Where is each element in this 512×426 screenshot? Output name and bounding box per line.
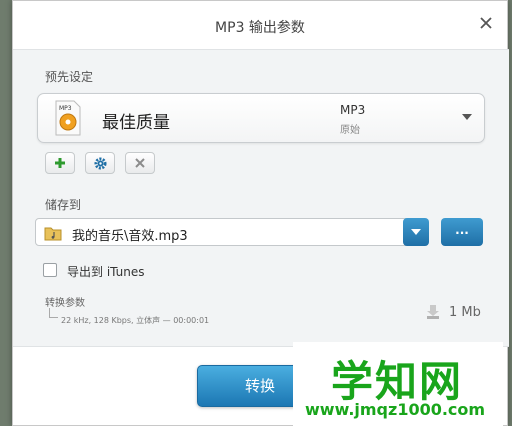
save-path-dropdown-button[interactable] [403,218,429,246]
export-itunes-label: 导出到 iTunes [67,265,145,279]
add-preset-button[interactable] [45,152,75,174]
close-icon[interactable] [479,16,493,30]
music-folder-icon [44,225,62,241]
save-section-label: 储存到 [45,198,82,212]
tree-connector [49,308,58,318]
watermark-url: www.jmqz1000.com [305,400,486,419]
dialog-title: MP3 输出参数 [215,20,305,36]
file-size-text: 1 Mb [449,305,481,320]
save-path-field[interactable]: 我的音乐\音效.mp3 [35,218,427,246]
title-bar: MP3 输出参数 [13,1,507,49]
preset-format-sub: 原始 [340,125,360,136]
gear-icon [93,156,107,170]
settings-panel: 预先设定 MP3 最佳质量 MP3 原始 储存到 我的音乐\音效.mp3 ...… [13,49,509,347]
browse-button[interactable]: ... [441,218,483,246]
delete-preset-button[interactable] [125,152,155,174]
export-itunes-checkbox[interactable] [43,263,57,277]
preset-name: 最佳质量 [102,113,170,133]
save-path-text: 我的音乐\音效.mp3 [72,229,188,244]
mp3-file-icon: MP3 [54,100,82,136]
chevron-down-icon [462,114,472,120]
file-size-icon [425,304,441,320]
watermark: 学知网 www.jmqz1000.com [293,342,503,426]
conversion-params-detail: 22 kHz, 128 Kbps, 立体声 — 00:00:01 [61,316,210,325]
chevron-down-icon [411,229,421,235]
plus-icon [55,158,65,168]
preset-section-label: 预先设定 [45,70,94,84]
x-icon [135,158,145,168]
preset-settings-button[interactable] [85,152,115,174]
mp3-icon-label: MP3 [59,105,72,112]
preset-format: MP3 [340,103,366,117]
preset-dropdown[interactable]: MP3 最佳质量 MP3 原始 [37,93,485,143]
conversion-params-label: 转换参数 [45,298,85,309]
